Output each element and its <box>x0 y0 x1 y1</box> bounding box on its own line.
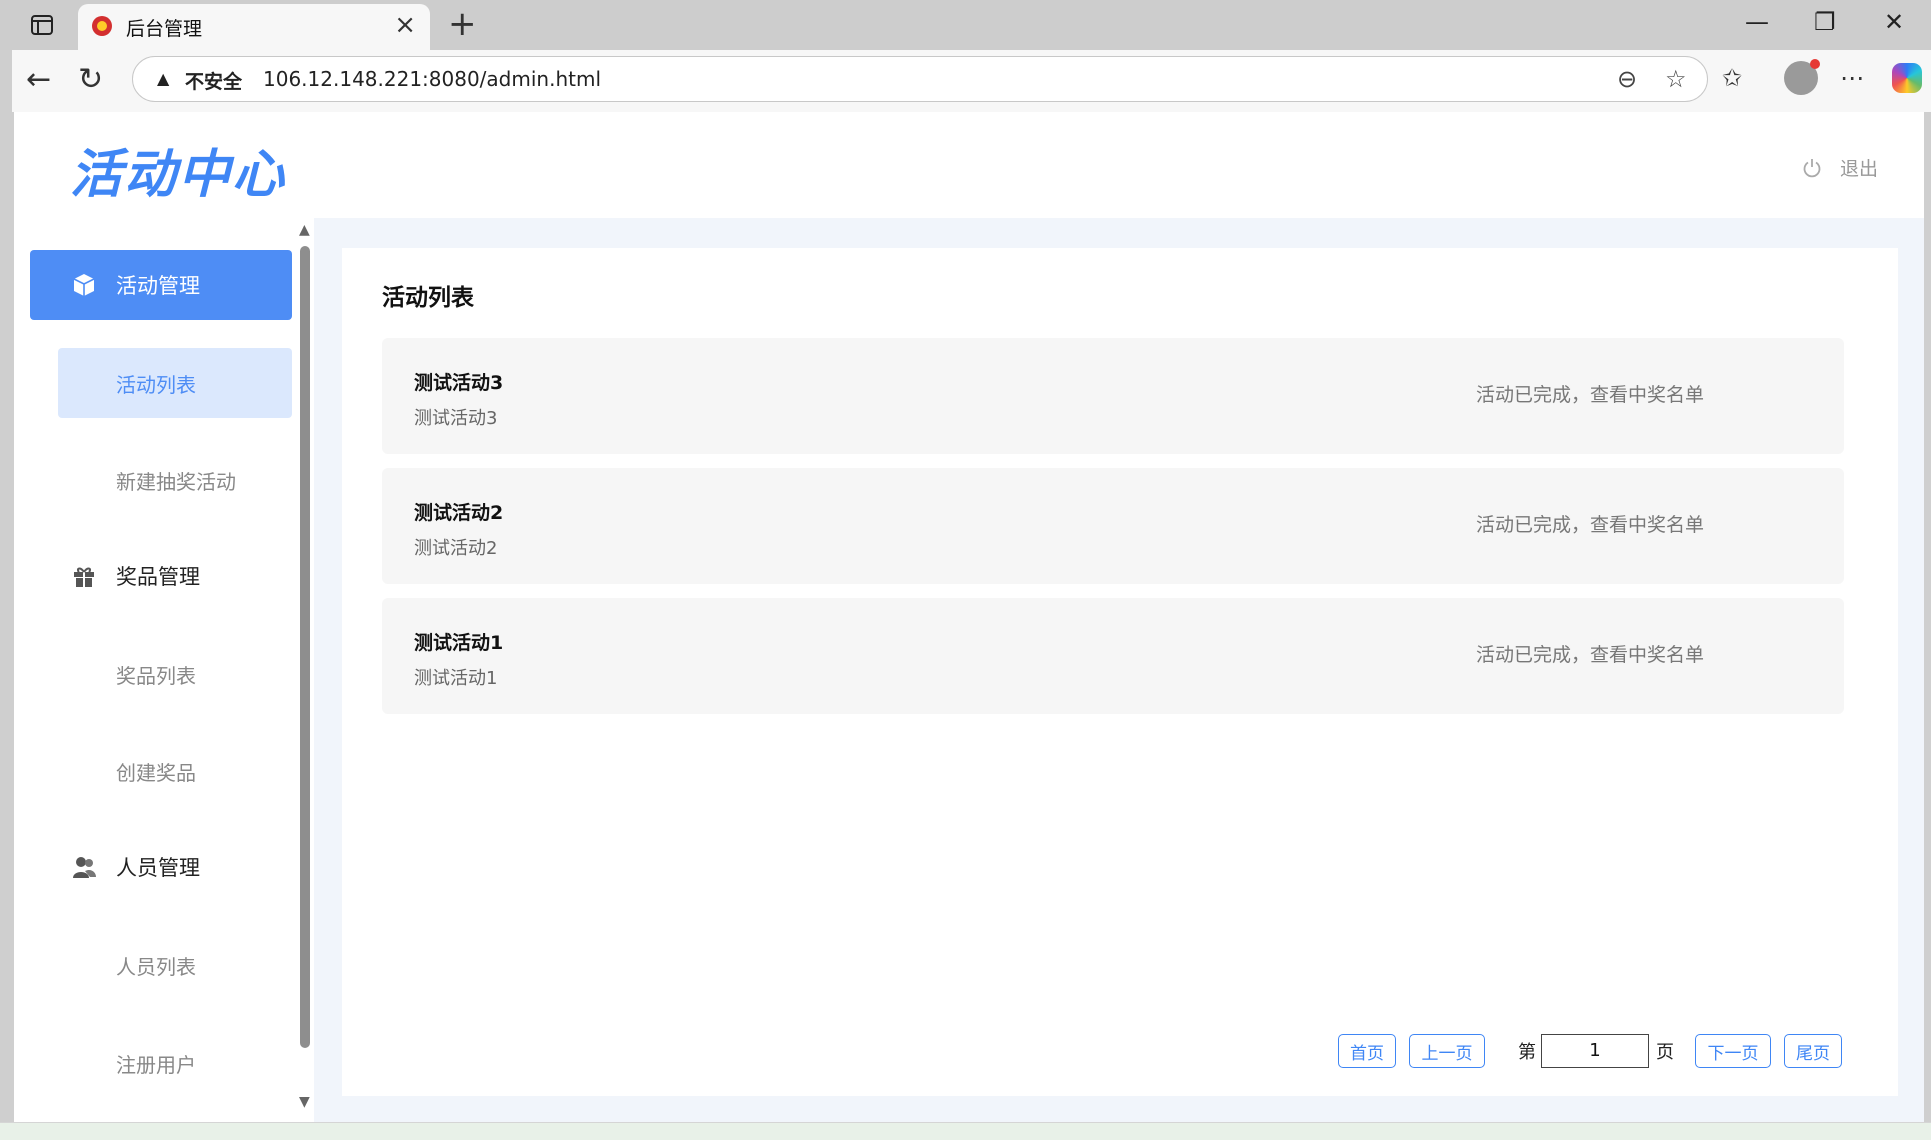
activity-status-link[interactable]: 活动已完成，查看中奖名单 <box>1476 640 1704 667</box>
tab-title: 后台管理 <box>126 18 203 40</box>
first-page-button[interactable]: 首页 <box>1338 1034 1396 1068</box>
logout-label: 退出 <box>1839 158 1878 180</box>
activity-status-link[interactable]: 活动已完成，查看中奖名单 <box>1476 380 1704 407</box>
scrollbar-thumb[interactable] <box>300 246 310 1048</box>
sidebar: 活动管理 活动列表 新建抽奖活动 奖品管理 奖品列表 创建奖品 人员管理 人员列 <box>14 222 314 1122</box>
restore-icon[interactable]: ❐ <box>1814 8 1836 36</box>
sidebar-item-user-list[interactable]: 人员列表 <box>58 930 292 1000</box>
activity-name: 测试活动2 <box>414 502 504 524</box>
minimize-icon[interactable]: — <box>1745 8 1769 36</box>
favorite-star-icon[interactable]: ☆ <box>1665 65 1687 93</box>
activity-item: 测试活动2 测试活动2 活动已完成，查看中奖名单 <box>382 468 1844 584</box>
warning-icon: ▲ <box>157 69 170 88</box>
activity-name: 测试活动3 <box>414 372 504 394</box>
page-number-input[interactable]: 1 <box>1541 1034 1649 1068</box>
gift-icon <box>70 562 98 590</box>
sidebar-group-prize[interactable]: 奖品管理 <box>30 541 292 611</box>
logout-button[interactable]: 退出 <box>1802 154 1878 181</box>
more-options-icon[interactable]: ⋯ <box>1840 64 1864 92</box>
sidebar-item-activity-list[interactable]: 活动列表 <box>58 348 292 418</box>
page-prefix: 第 <box>1518 1042 1536 1063</box>
bottom-strip <box>0 1122 1931 1140</box>
scroll-down-icon[interactable]: ▼ <box>299 1094 310 1110</box>
power-icon <box>1803 158 1821 177</box>
sidebar-group-label: 人员管理 <box>116 856 200 880</box>
notification-dot <box>1810 59 1820 69</box>
sidebar-item-label: 创建奖品 <box>116 760 196 785</box>
profile-avatar[interactable] <box>1784 59 1820 95</box>
back-icon[interactable]: ← <box>26 62 51 97</box>
sidebar-item-label: 活动列表 <box>116 372 196 397</box>
sidebar-group-activity[interactable]: 活动管理 <box>30 250 292 320</box>
favorites-list-icon[interactable]: ✩ <box>1722 64 1742 92</box>
sidebar-item-label: 奖品列表 <box>116 663 196 688</box>
sidebar-item-create-prize[interactable]: 创建奖品 <box>58 736 292 806</box>
new-tab-icon[interactable]: + <box>448 4 477 44</box>
sidebar-group-label: 奖品管理 <box>116 565 200 589</box>
security-label: 不安全 <box>185 71 243 93</box>
sidebar-scrollbar[interactable]: ▲ ▼ <box>296 222 314 1122</box>
sidebar-item-register-user[interactable]: 注册用户 <box>58 1028 292 1098</box>
activity-desc: 测试活动2 <box>414 538 498 559</box>
users-icon <box>70 853 98 881</box>
tab-close-icon[interactable]: × <box>394 10 416 40</box>
sidebar-item-label: 注册用户 <box>116 1052 196 1077</box>
pagination: 首页 上一页 第 1 页 下一页 尾页 <box>342 1034 1898 1068</box>
next-page-button[interactable]: 下一页 <box>1695 1034 1771 1068</box>
scroll-up-icon[interactable]: ▲ <box>299 222 310 238</box>
prev-page-button[interactable]: 上一页 <box>1409 1034 1485 1068</box>
browser-toolbar: ← ↻ ▲ 不安全 106.12.148.221:8080/admin.html… <box>12 50 1931 112</box>
browser-tab[interactable]: 后台管理 × <box>78 4 430 50</box>
tab-actions-icon[interactable] <box>20 10 64 40</box>
activity-desc: 测试活动3 <box>414 408 498 429</box>
copilot-icon[interactable] <box>1892 63 1922 93</box>
page-suffix: 页 <box>1656 1042 1674 1063</box>
cube-icon <box>70 271 98 299</box>
sidebar-item-label: 新建抽奖活动 <box>116 469 236 494</box>
last-page-button[interactable]: 尾页 <box>1784 1034 1842 1068</box>
activity-item: 测试活动1 测试活动1 活动已完成，查看中奖名单 <box>382 598 1844 714</box>
sidebar-group-users[interactable]: 人员管理 <box>30 832 292 902</box>
refresh-icon[interactable]: ↻ <box>78 62 103 97</box>
sidebar-item-prize-list[interactable]: 奖品列表 <box>58 639 292 709</box>
activity-name: 测试活动1 <box>414 632 504 654</box>
admin-page: 活动中心 退出 活动管理 活动列表 新建抽奖活动 奖品管理 奖品列表 创建奖品 … <box>14 112 1924 1122</box>
activity-status-link[interactable]: 活动已完成，查看中奖名单 <box>1476 510 1704 537</box>
zoom-out-icon[interactable]: ⊖ <box>1617 65 1637 93</box>
browser-tab-strip: 后台管理 × + — ❐ ✕ <box>0 0 1931 50</box>
site-logo: 活动中心 <box>70 145 287 205</box>
sidebar-group-label: 活动管理 <box>116 274 200 298</box>
url-text[interactable]: 106.12.148.221:8080/admin.html <box>263 67 601 91</box>
window-close-icon[interactable]: ✕ <box>1884 8 1904 36</box>
activity-item: 测试活动3 测试活动3 活动已完成，查看中奖名单 <box>382 338 1844 454</box>
sidebar-item-new-lottery[interactable]: 新建抽奖活动 <box>58 445 292 515</box>
activity-desc: 测试活动1 <box>414 668 498 689</box>
address-bar[interactable]: ▲ 不安全 106.12.148.221:8080/admin.html ⊖ ☆ <box>132 56 1708 102</box>
favicon-icon <box>92 16 112 36</box>
main-content: 活动列表 测试活动3 测试活动3 活动已完成，查看中奖名单 测试活动2 测试活动… <box>342 248 1898 1096</box>
sidebar-item-label: 人员列表 <box>116 954 196 979</box>
page-title: 活动列表 <box>382 285 474 311</box>
